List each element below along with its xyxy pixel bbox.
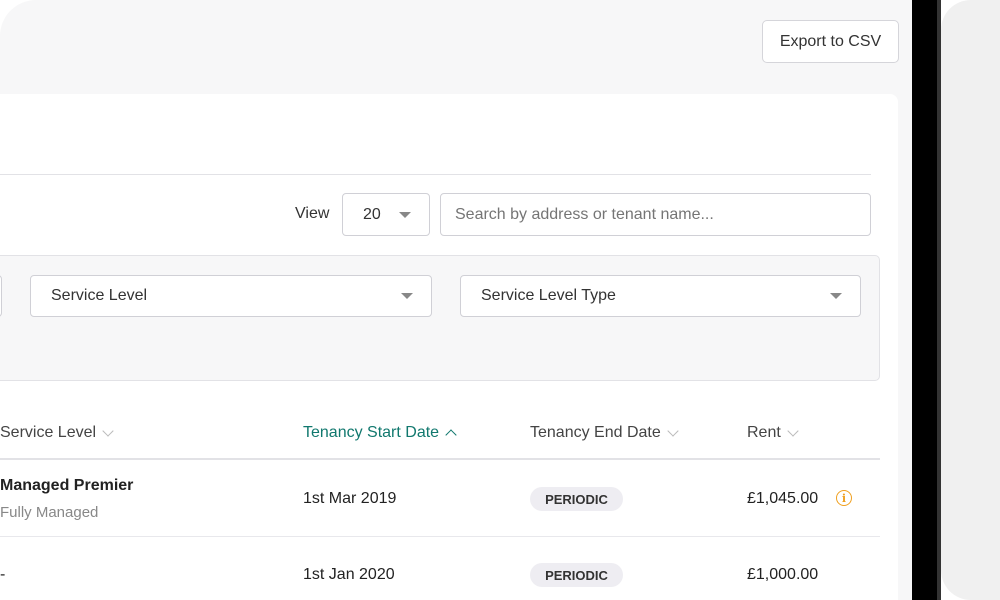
background-panel <box>941 0 1000 600</box>
rent-cell: £1,000.00 <box>747 566 818 584</box>
start-date-cell: 1st Mar 2019 <box>303 490 396 508</box>
column-header-tenancy-end-date[interactable]: Tenancy End Date <box>530 424 677 442</box>
chevron-up-icon <box>445 429 456 440</box>
chevron-down-icon <box>787 425 798 436</box>
search-input[interactable] <box>440 193 871 236</box>
service-level-cell: - <box>0 566 5 584</box>
start-date-cell: 1st Jan 2020 <box>303 566 395 584</box>
service-level-filter-label: Service Level <box>51 287 147 305</box>
row-divider <box>0 536 880 537</box>
service-level-type-filter-label: Service Level Type <box>481 287 616 305</box>
filter-select-partial[interactable] <box>0 275 2 317</box>
chevron-down-icon <box>667 425 678 436</box>
chevron-down-icon <box>830 293 842 299</box>
rent-cell: £1,045.00 <box>747 490 818 508</box>
header-divider <box>0 458 880 460</box>
chevron-down-icon <box>401 293 413 299</box>
device-bezel <box>912 0 937 600</box>
divider <box>0 174 871 175</box>
periodic-badge: PERIODIC <box>530 487 623 511</box>
column-header-service-level[interactable]: Service Level <box>0 424 112 442</box>
view-count-value: 20 <box>363 206 381 224</box>
chevron-down-icon <box>102 425 113 436</box>
column-header-rent[interactable]: Rent <box>747 424 797 442</box>
export-csv-button[interactable]: Export to CSV <box>762 20 899 63</box>
filter-panel <box>0 255 880 381</box>
header-label: Rent <box>747 424 781 442</box>
service-level-cell: Managed Premier <box>0 477 133 495</box>
chevron-down-icon <box>399 212 411 218</box>
header-label: Tenancy End Date <box>530 424 661 442</box>
header-label: Service Level <box>0 424 96 442</box>
view-count-select[interactable]: 20 <box>342 193 430 236</box>
service-level-type-filter[interactable]: Service Level Type <box>460 275 861 317</box>
view-label: View <box>295 205 329 223</box>
header-label: Tenancy Start Date <box>303 424 439 442</box>
app-window: Export to CSV View 20 Service Level Serv… <box>0 0 912 600</box>
column-header-tenancy-start-date[interactable]: Tenancy Start Date <box>303 424 455 442</box>
service-level-sub-cell: Fully Managed <box>0 504 98 521</box>
info-icon[interactable]: i <box>836 490 852 506</box>
service-level-filter[interactable]: Service Level <box>30 275 432 317</box>
periodic-badge: PERIODIC <box>530 563 623 587</box>
